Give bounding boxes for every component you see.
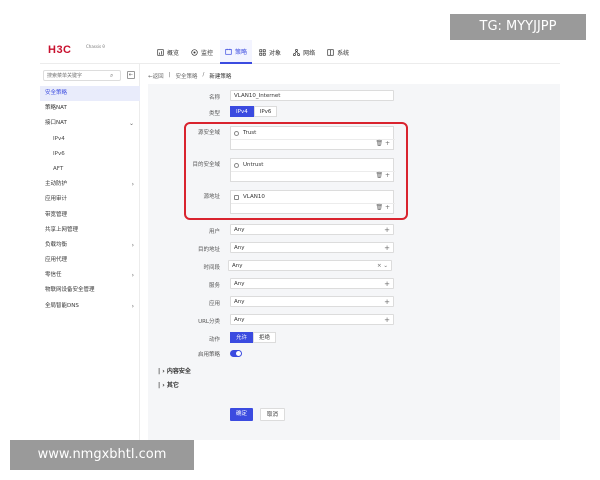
nav-label: 策略 [235,48,248,56]
cancel-button[interactable]: 取消 [260,408,286,421]
sidebar-item-shared-internet[interactable]: 共享上网管理 [40,223,140,238]
sidebar-item-interface-nat[interactable]: 接口NAT ⌄ [40,116,140,131]
sidebar-item-bandwidth[interactable]: 带宽管理 [40,208,140,223]
sidebar-item-global-dns[interactable]: 全局智能DNS › [40,299,140,314]
name-input[interactable]: VLAN10_Internet [230,90,394,101]
user-label: 用户 [208,229,220,235]
breadcrumb-current: 新建策略 [209,74,232,80]
nav-policy[interactable]: 策略 [220,40,253,64]
application-label: 应用 [208,301,220,307]
sidebar-item-aft[interactable]: AFT [40,162,140,177]
sidebar-item-app-audit[interactable]: 应用审计 [40,192,140,207]
type-ipv4-button[interactable]: IPv4 [230,106,254,117]
network-icon [293,48,301,56]
monitor-icon [191,48,198,56]
top-navigation-bar: H3C Chassis θ 概览 监控 策略 对象 网络 系统 [40,40,560,64]
breadcrumb-separator: | [168,72,171,78]
breadcrumb-separator: / [202,72,205,78]
sidebar-item-policy-nat[interactable]: 策略NAT [40,101,140,116]
sidebar-item-active-defense[interactable]: 主动防护 › [40,177,140,192]
main-nav: 概览 监控 策略 对象 网络 系统 [152,40,356,64]
nav-label: 概览 [167,49,180,57]
sidebar-item-ipv4[interactable]: IPv4 [40,132,140,147]
nav-label: 网络 [303,49,316,57]
watermark-bottom: www.nmgxbhtl.com [10,440,194,470]
app-window: H3C Chassis θ 概览 监控 策略 对象 网络 系统 搜索菜单关键字 … [40,40,560,440]
chevron-right-icon: › [131,181,134,189]
type-label: 类型 [208,111,220,117]
enable-label: 启用策略 [197,352,220,358]
sidebar-item-zero-trust[interactable]: 零信任 › [40,268,140,283]
chevron-down-icon: ⌄ [128,120,134,128]
system-icon [327,48,334,56]
brand-logo: H3C [48,44,72,56]
ok-button[interactable]: 确定 [230,408,254,421]
sidebar-item-iot-security[interactable]: 物联网设备安全管理 [40,283,140,298]
nav-system[interactable]: 系统 [322,40,354,64]
sidebar-item-load-balance[interactable]: 负载均衡 › [40,238,140,253]
chevron-right-icon: › [131,272,134,280]
add-icon[interactable]: + [384,226,390,234]
new-policy-form: 名称 VLAN10_Internet 类型 IPv4 IPv6 源安全域 Tru… [148,84,560,440]
action-toggle: 允许 拒绝 [230,332,277,343]
nav-monitor[interactable]: 监控 [186,40,218,64]
add-icon[interactable]: + [384,280,390,288]
nav-network[interactable]: 网络 [288,40,320,64]
brand-subtitle: Chassis θ [86,44,105,49]
nav-label: 监控 [201,49,214,57]
form-panel: 名称 VLAN10_Internet 类型 IPv4 IPv6 源安全域 Tru… [148,84,560,440]
enable-policy-switch[interactable] [230,350,242,357]
user-input[interactable]: Any + [230,224,394,235]
highlight-box [184,122,408,220]
url-category-label: URL分类 [198,319,220,325]
search-icon[interactable]: ⌕ [110,72,113,80]
add-icon[interactable]: + [384,244,390,252]
dashboard-icon [157,48,164,56]
clear-chevron-down-icon[interactable]: × ⌄ [377,262,388,270]
nav-object[interactable]: 对象 [254,40,286,64]
back-link[interactable]: ←返回 [148,72,164,80]
url-category-input[interactable]: Any + [230,314,394,325]
name-label: 名称 [208,95,220,101]
service-input[interactable]: Any + [230,278,394,289]
breadcrumb: ←返回 | 安全策略 / 新建策略 [148,72,231,80]
nav-overview[interactable]: 概览 [152,40,184,64]
type-toggle: IPv4 IPv6 [230,106,278,117]
time-range-label: 时间段 [203,265,220,271]
chevron-right-icon: › [131,241,134,249]
watermark-top: TG: MYYJJPP [450,14,586,40]
section-content-security[interactable]: | › 内容安全 [158,366,191,375]
object-icon [259,48,266,56]
sidebar-item-security-policy[interactable]: 安全策略 [40,86,140,102]
add-icon[interactable]: + [384,316,390,324]
time-range-select[interactable]: Any × ⌄ [228,260,392,271]
application-input[interactable]: Any + [230,296,394,307]
sidebar: ⌕ ⇤ 安全策略 策略NAT 接口NAT⌄ IPv4 IPv6 AFT 主动防护… [40,64,140,440]
nav-label: 对象 [269,49,282,57]
sidebar-menu: 安全策略 策略NAT 接口NAT ⌄ IPv4 IPv6 AFT 主动防护 › 应用… [40,86,140,314]
action-deny-button[interactable]: 拒绝 [253,332,277,343]
sidebar-item-ipv6[interactable]: IPv6 [40,147,140,162]
action-allow-button[interactable]: 允许 [230,332,254,343]
sidebar-item-app-proxy[interactable]: 应用代理 [40,253,140,268]
service-label: 服务 [208,283,220,289]
section-other[interactable]: | › 其它 [158,380,179,389]
add-icon[interactable]: + [384,298,390,306]
collapse-sidebar-icon[interactable]: ⇤ [127,71,135,79]
dest-address-input[interactable]: Any + [230,242,394,253]
breadcrumb-security-policy[interactable]: 安全策略 [175,72,197,80]
action-label: 动作 [208,337,220,343]
chevron-right-icon: › [131,302,134,310]
type-ipv6-button[interactable]: IPv6 [253,106,278,117]
policy-icon [225,48,232,55]
nav-label: 系统 [337,49,350,57]
dest-address-label: 目的地址 [197,247,220,253]
